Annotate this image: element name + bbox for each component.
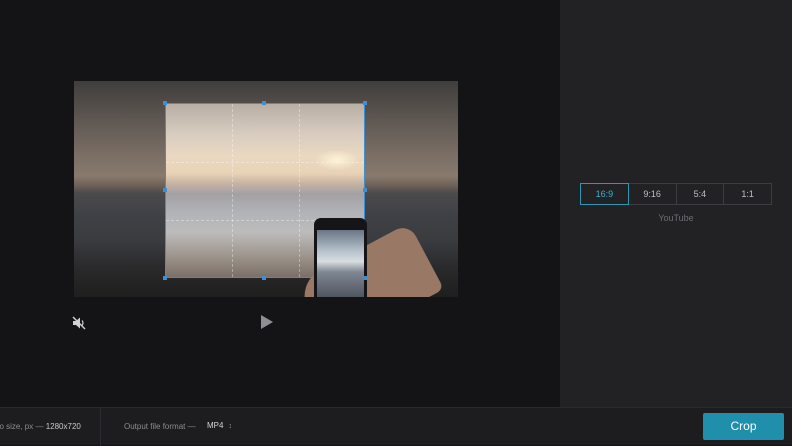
ratio-16-9-button[interactable]: 16:9 [580, 183, 629, 205]
select-arrows-icon: ↕ [228, 423, 232, 430]
preset-caption: YouTube [658, 213, 694, 223]
crop-handle-left[interactable] [163, 188, 167, 192]
play-button[interactable] [257, 312, 277, 332]
crop-handle-bottom[interactable] [262, 276, 266, 280]
crop-handle-top[interactable] [262, 101, 266, 105]
crop-grid-line [166, 162, 364, 163]
crop-handle-top-left[interactable] [163, 101, 167, 105]
aspect-ratio-selector: 16:9 9:16 5:4 1:1 [580, 183, 772, 205]
crop-grid-line [232, 104, 233, 277]
mute-button[interactable] [70, 314, 88, 332]
editor-stage [0, 0, 560, 407]
play-icon [261, 315, 273, 329]
phone-image [314, 218, 367, 297]
crop-handle-bottom-left[interactable] [163, 276, 167, 280]
video-size-info: eo size, px — 1280x720 [0, 422, 81, 431]
phone-screen-image [317, 230, 364, 297]
ratio-5-4-button[interactable]: 5:4 [675, 183, 725, 205]
video-size-label: eo size, px — [0, 422, 44, 431]
output-format-value: MP4 [207, 421, 224, 430]
crop-handle-top-right[interactable] [363, 101, 367, 105]
crop-handle-bottom-right[interactable] [363, 276, 367, 280]
speaker-muted-icon [72, 316, 86, 330]
crop-button[interactable]: Crop [703, 413, 784, 440]
ratio-1-1-button[interactable]: 1:1 [723, 183, 772, 205]
crop-handle-right[interactable] [363, 188, 367, 192]
video-size-value: 1280x720 [45, 422, 81, 431]
crop-grid-line [299, 104, 300, 277]
output-format-select[interactable]: MP4 ↕ [207, 421, 232, 430]
video-preview[interactable] [74, 81, 458, 297]
bottom-bar: eo size, px — 1280x720 Output file forma… [0, 407, 792, 446]
ratio-9-16-button[interactable]: 9:16 [627, 183, 677, 205]
output-format-label: Output file format — [124, 422, 196, 431]
divider [100, 408, 101, 446]
